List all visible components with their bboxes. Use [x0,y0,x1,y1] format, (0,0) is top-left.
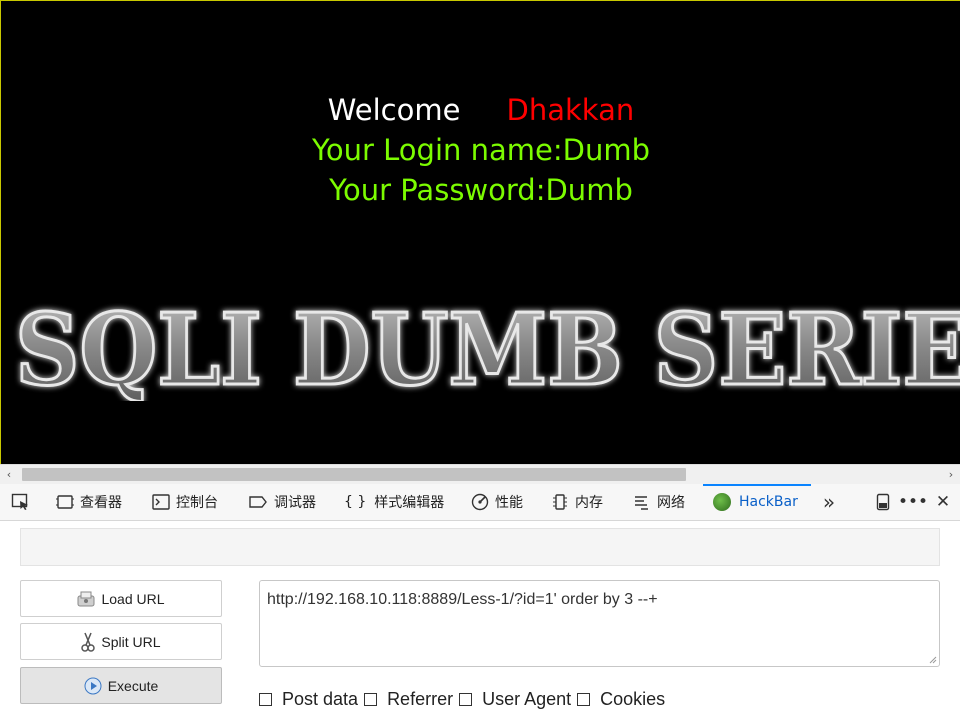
network-icon [635,496,648,510]
element-picker-button[interactable] [11,484,37,520]
scroll-left-arrow-icon[interactable]: ‹ [2,465,16,484]
post-data-checkbox[interactable] [259,692,272,706]
referrer-option[interactable]: Referrer [364,689,453,710]
tab-inspector[interactable]: 查看器 [56,484,122,520]
more-options-icon[interactable]: ••• [898,484,928,520]
cookies-label: Cookies [600,688,666,709]
username-text: Dhakkan [506,93,635,127]
load-url-icon [77,591,95,607]
performance-icon [471,493,489,511]
tab-hackbar[interactable]: HackBar [713,484,798,520]
referrer-checkbox[interactable] [364,692,378,706]
element-picker-icon [11,493,28,510]
post-data-option[interactable]: Post data [259,689,358,710]
close-icon[interactable]: ✕ [932,484,954,520]
tab-inspector-label: 查看器 [80,495,122,511]
user-agent-checkbox[interactable] [459,692,473,706]
scrollbar-thumb[interactable] [22,468,686,481]
user-agent-option[interactable]: User Agent [459,689,571,710]
debugger-icon [249,496,267,508]
url-value: http://192.168.10.118:8889/Less-1/?id=1'… [267,591,658,608]
chevron-double-right-icon[interactable]: » [818,484,840,520]
dock-options-icon[interactable] [872,484,894,520]
execute-label: Execute [107,677,159,694]
tab-style-editor-label: 样式编辑器 [374,495,445,511]
hackbar-menu-bar [20,528,940,566]
execute-button[interactable]: Execute [20,667,222,704]
load-url-button[interactable]: Load URL [20,580,222,617]
post-data-label: Post data [282,688,359,709]
resize-grip-icon[interactable] [927,654,937,664]
split-url-button[interactable]: Split URL [20,623,222,660]
tab-debugger-label: 调试器 [274,495,316,511]
tab-memory[interactable]: 内存 [551,484,603,520]
scissors-icon [81,632,96,652]
horizontal-scrollbar[interactable]: ‹ › [0,464,960,484]
style-editor-icon: { } [344,494,367,510]
password-line: Your Password:Dumb [329,173,633,207]
memory-icon [553,494,567,510]
cookies-checkbox[interactable] [577,692,591,706]
tab-performance[interactable]: 性能 [471,484,523,520]
scroll-right-arrow-icon[interactable]: › [944,465,958,484]
login-name-line: Your Login name:Dumb [312,133,650,167]
tab-network[interactable]: 网络 [633,484,685,520]
url-textarea[interactable]: http://192.168.10.118:8889/Less-1/?id=1'… [259,580,940,667]
devtools-toolbar: 查看器 控制台 调试器 { } 样式编辑器 性能 内存 网络 HackBar »… [0,484,960,521]
sqli-dumb-series-banner: SQLI DUMB SERIES [14,292,960,402]
tab-console-label: 控制台 [176,495,218,511]
tab-debugger[interactable]: 调试器 [248,484,316,520]
tab-style-editor[interactable]: { } 样式编辑器 [344,484,444,520]
welcome-text: Welcome [327,93,461,127]
console-icon [152,494,170,510]
welcome-line: Welcome Dhakkan [1,90,960,130]
hackbar-panel: Load URL Split URL Execute http://192.16… [0,521,960,714]
user-agent-label: User Agent [482,688,572,709]
active-tab-indicator [703,484,811,486]
tab-hackbar-label: HackBar [739,494,798,510]
cookies-option[interactable]: Cookies [577,689,665,710]
tab-performance-label: 性能 [495,495,523,511]
inspector-icon [56,495,74,509]
referrer-label: Referrer [387,688,454,709]
tab-network-label: 网络 [657,495,685,511]
play-icon [84,677,102,695]
tab-memory-label: 内存 [575,495,603,511]
hackbar-icon [713,493,731,511]
banner-text: SQLI DUMB SERIES [15,293,960,401]
split-url-label: Split URL [101,633,161,650]
page-viewport: Welcome Dhakkan Your Login name:Dumb You… [0,0,960,464]
hackbar-options: Post data Referrer User Agent Cookies [259,688,671,710]
load-url-label: Load URL [101,590,165,607]
tab-console[interactable]: 控制台 [152,484,218,520]
